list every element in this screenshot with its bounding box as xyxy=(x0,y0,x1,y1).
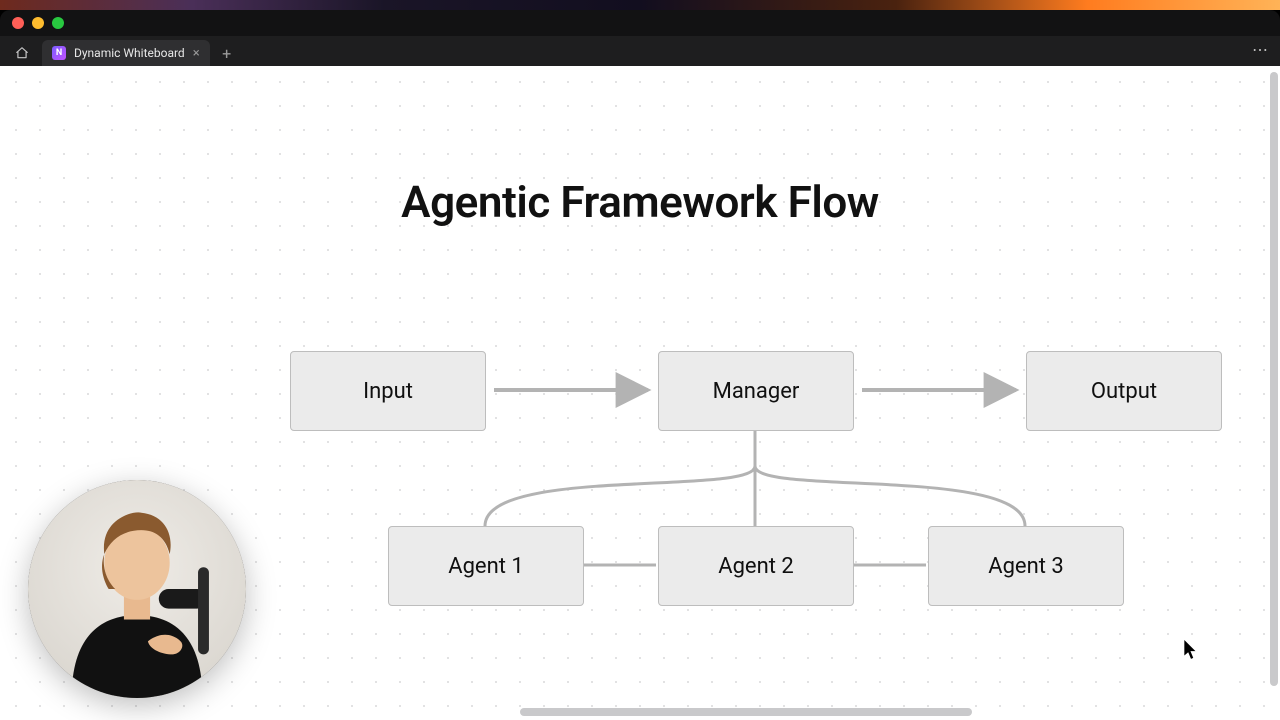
browser-tabbar: N Dynamic Whiteboard × + ⋯ xyxy=(0,36,1280,66)
connector-to-agent-1 xyxy=(485,466,755,526)
node-agent-2[interactable]: Agent 2 xyxy=(658,526,854,606)
tab-close-icon[interactable]: × xyxy=(193,47,200,60)
node-label: Agent 3 xyxy=(988,554,1064,579)
home-button[interactable] xyxy=(8,40,36,66)
os-titlebar-gradient xyxy=(0,0,1280,10)
tab-dynamic-whiteboard[interactable]: N Dynamic Whiteboard × xyxy=(42,40,210,66)
app-favicon-icon: N xyxy=(52,46,66,60)
close-window-icon[interactable] xyxy=(12,17,24,29)
node-agent-1[interactable]: Agent 1 xyxy=(388,526,584,606)
app-window: N Dynamic Whiteboard × + ⋯ Agentic Frame… xyxy=(0,10,1280,720)
node-label: Manager xyxy=(713,379,800,404)
node-input[interactable]: Input xyxy=(290,351,486,431)
home-icon xyxy=(15,46,29,60)
overflow-menu-button[interactable]: ⋯ xyxy=(1252,40,1270,59)
connector-to-agent-3 xyxy=(755,466,1025,526)
new-tab-button[interactable]: + xyxy=(214,40,240,66)
vertical-scrollbar[interactable] xyxy=(1270,72,1278,686)
fullscreen-window-icon[interactable] xyxy=(52,17,64,29)
window-controls xyxy=(0,17,76,29)
node-manager[interactable]: Manager xyxy=(658,351,854,431)
tab-title: Dynamic Whiteboard xyxy=(74,46,185,60)
node-label: Agent 1 xyxy=(448,554,524,579)
horizontal-scrollbar[interactable] xyxy=(520,708,1272,716)
node-label: Output xyxy=(1091,379,1157,404)
mouse-cursor-icon xyxy=(1184,640,1198,660)
vertical-scroll-thumb[interactable] xyxy=(1270,72,1278,686)
whiteboard-canvas[interactable]: Agentic Framework Flow Input Manager Out… xyxy=(0,66,1280,720)
node-label: Agent 2 xyxy=(718,554,794,579)
window-titlebar[interactable] xyxy=(0,10,1280,36)
node-agent-3[interactable]: Agent 3 xyxy=(928,526,1124,606)
minimize-window-icon[interactable] xyxy=(32,17,44,29)
presenter-webcam xyxy=(28,480,246,698)
horizontal-scroll-thumb[interactable] xyxy=(520,708,972,716)
node-label: Input xyxy=(363,379,413,404)
node-output[interactable]: Output xyxy=(1026,351,1222,431)
diagram-title: Agentic Framework Flow xyxy=(0,176,1280,228)
presenter-illustration-icon xyxy=(28,480,246,698)
